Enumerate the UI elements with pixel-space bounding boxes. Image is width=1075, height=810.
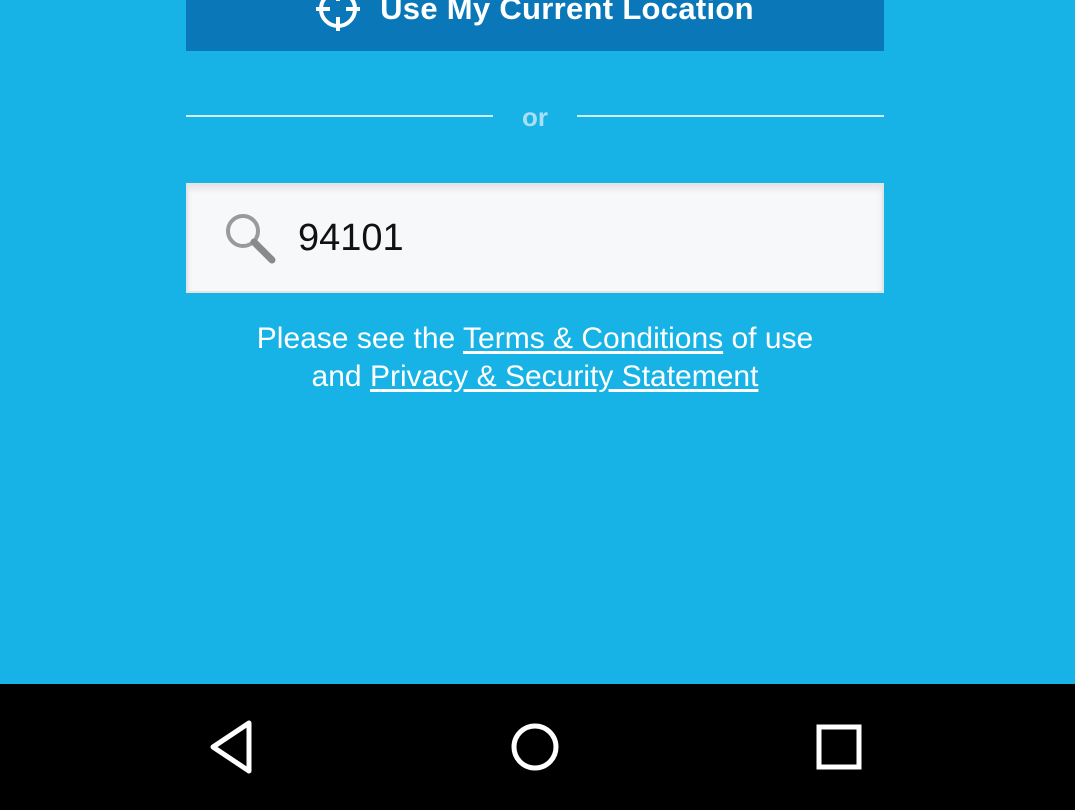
crosshair-icon — [316, 0, 361, 31]
back-triangle-icon[interactable] — [203, 717, 263, 777]
divider-or-label: or — [522, 102, 548, 132]
legal-and-text: and — [311, 360, 362, 393]
legal-middle-text: of use — [731, 322, 814, 355]
location-button-content: Use My Current Location — [316, 0, 754, 36]
zip-search-input[interactable] — [298, 216, 858, 260]
recents-square-icon[interactable] — [809, 717, 869, 777]
or-divider: or — [186, 100, 884, 136]
divider-line-left — [186, 115, 493, 117]
legal-line-2: and Privacy & Security Statement — [120, 358, 950, 396]
legal-line-1: Please see the Terms & Conditions of use — [120, 320, 950, 358]
zip-search-box[interactable] — [186, 183, 884, 293]
privacy-security-link[interactable]: Privacy & Security Statement — [370, 360, 758, 393]
use-current-location-button[interactable]: Use My Current Location — [186, 0, 884, 51]
location-screen: Use My Current Location or Please see th… — [0, 0, 1075, 810]
legal-prefix-text: Please see the — [256, 322, 456, 355]
divider-line-right — [577, 115, 884, 117]
home-circle-icon[interactable] — [505, 717, 565, 777]
terms-conditions-link[interactable]: Terms & Conditions — [463, 322, 723, 355]
use-current-location-label: Use My Current Location — [380, 0, 754, 26]
legal-notice: Please see the Terms & Conditions of use… — [120, 320, 950, 396]
android-nav-bar — [0, 684, 1075, 810]
search-icon — [226, 214, 276, 264]
